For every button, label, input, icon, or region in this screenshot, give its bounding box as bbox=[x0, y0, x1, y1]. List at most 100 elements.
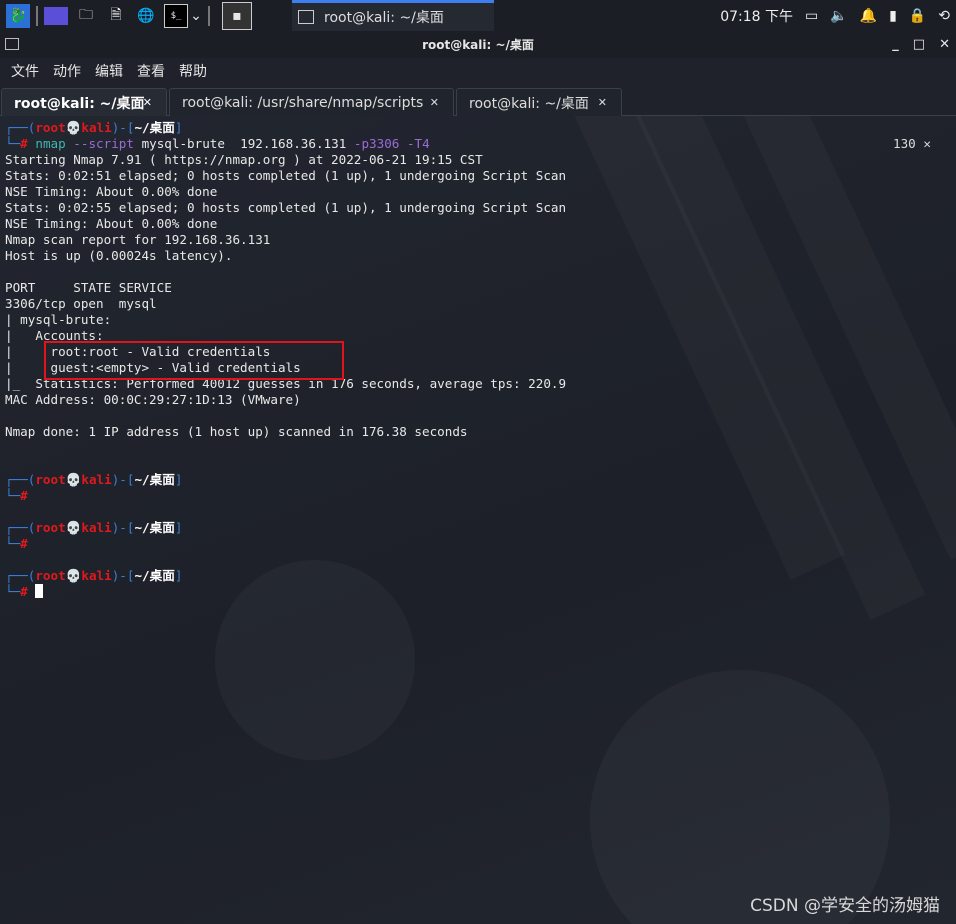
file-manager-icon[interactable]: 🗀 bbox=[74, 4, 98, 28]
prompt-host: kali bbox=[81, 520, 112, 535]
output-line: 3306/tcp open mysql bbox=[5, 296, 157, 311]
command-option: -p3306 -T4 bbox=[353, 136, 430, 151]
prompt-frame: )-[ bbox=[111, 120, 135, 135]
prompt-frame: └─ bbox=[5, 584, 21, 599]
command-line: └─# bbox=[5, 488, 566, 504]
prompt-host: kali bbox=[81, 472, 112, 487]
tab-desktop-1[interactable]: root@kali: ~/桌面 ✕ bbox=[1, 88, 167, 116]
text-editor-icon[interactable]: 🗎 bbox=[104, 4, 128, 28]
prompt-dir: ~/桌面 bbox=[134, 568, 175, 583]
menu-help[interactable]: 帮助 bbox=[179, 61, 207, 81]
prompt-frame: ┌──( bbox=[5, 520, 36, 535]
skull-icon: 💀 bbox=[65, 568, 82, 583]
prompt-frame: ┌──( bbox=[5, 120, 36, 135]
prompt-frame: └─ bbox=[5, 536, 21, 551]
clock[interactable]: 07:18 下午 bbox=[720, 6, 793, 26]
show-desktop-icon[interactable]: ▪ bbox=[222, 1, 252, 30]
skull-icon: 💀 bbox=[65, 520, 82, 535]
output-line: Host is up (0.00024s latency). bbox=[5, 248, 233, 263]
close-tab-icon[interactable]: ✕ bbox=[430, 96, 439, 109]
cursor bbox=[35, 584, 44, 598]
skull-icon: 💀 bbox=[65, 120, 82, 135]
window-title: root@kali: ~/桌面 bbox=[422, 38, 534, 52]
browser-icon[interactable]: 🌐 bbox=[134, 4, 158, 28]
prompt-dir: ~/桌面 bbox=[134, 472, 175, 487]
logout-icon[interactable]: ⟲ bbox=[938, 8, 950, 24]
prompt-line: ┌──(root💀kali)-[~/桌面] bbox=[5, 520, 566, 536]
chevron-down-icon[interactable]: ⌄ bbox=[190, 4, 202, 28]
prompt-frame: ] bbox=[174, 520, 183, 535]
prompt-dir: ~/桌面 bbox=[134, 120, 175, 135]
prompt-user: root bbox=[35, 120, 66, 135]
terminal-icon bbox=[5, 38, 19, 50]
close-button[interactable]: ✕ bbox=[939, 37, 950, 52]
exit-status: 130 ✕ bbox=[893, 136, 931, 151]
watermark: CSDN @学安全的汤姆猫 bbox=[750, 896, 940, 916]
terminal-icon[interactable]: $_ bbox=[164, 3, 188, 28]
tab-desktop-2[interactable]: root@kali: ~/桌面 ✕ bbox=[456, 88, 622, 116]
tab-label: root@kali: /usr/share/nmap/scripts bbox=[182, 94, 424, 111]
lock-icon[interactable]: 🔒 bbox=[909, 8, 926, 24]
prompt-line: ┌──(root💀kali)-[~/桌面] bbox=[5, 120, 566, 136]
tab-nmap-scripts[interactable]: root@kali: /usr/share/nmap/scripts ✕ bbox=[169, 88, 454, 116]
output-line: Starting Nmap 7.91 ( https://nmap.org ) … bbox=[5, 152, 483, 167]
workspace-icon[interactable] bbox=[44, 6, 68, 25]
prompt-frame: └─ bbox=[5, 136, 21, 151]
output-line: | mysql-brute: bbox=[5, 312, 112, 327]
prompt-dir: ~/桌面 bbox=[134, 520, 175, 535]
output-line: |_ Statistics: Performed 40012 guesses i… bbox=[5, 376, 567, 391]
close-tab-icon[interactable]: ✕ bbox=[598, 96, 607, 109]
close-tab-icon[interactable]: ✕ bbox=[143, 96, 152, 109]
kali-menu-icon[interactable]: 🐉 bbox=[6, 3, 30, 28]
output-line: | Accounts: bbox=[5, 328, 104, 343]
maximize-button[interactable]: □ bbox=[913, 37, 925, 52]
terminal-output[interactable]: ┌──(root💀kali)-[~/桌面] └─# nmap --script m… bbox=[5, 120, 566, 600]
battery-icon[interactable]: ▮ bbox=[889, 8, 897, 24]
tab-label: root@kali: ~/桌面 bbox=[14, 95, 145, 112]
output-line: | guest:<empty> - Valid credentials bbox=[5, 360, 301, 375]
tab-bar: root@kali: ~/桌面 ✕ root@kali: /usr/share/n… bbox=[0, 84, 956, 116]
prompt-host: kali bbox=[81, 120, 112, 135]
prompt-frame: ] bbox=[174, 120, 183, 135]
prompt-frame: ] bbox=[174, 568, 183, 583]
prompt-hash: # bbox=[20, 584, 28, 599]
task-label: root@kali: ~/桌面 bbox=[324, 10, 444, 26]
taskbar-task-terminal[interactable]: root@kali: ~/桌面 bbox=[292, 0, 494, 31]
display-icon[interactable]: ▭ bbox=[805, 8, 818, 24]
prompt-frame: )-[ bbox=[111, 472, 135, 487]
output-line: Stats: 0:02:55 elapsed; 0 hosts complete… bbox=[5, 200, 567, 215]
volume-icon[interactable]: 🔈 bbox=[830, 8, 847, 24]
notification-bell-icon[interactable]: 🔔 bbox=[860, 8, 877, 24]
prompt-line: ┌──(root💀kali)-[~/桌面] bbox=[5, 568, 566, 584]
output-line: PORT STATE SERVICE bbox=[5, 280, 172, 295]
command-line: └─# bbox=[5, 584, 566, 600]
menu-view[interactable]: 查看 bbox=[137, 61, 165, 81]
system-tray: 07:18 下午 ▭ 🔈 🔔 ▮ 🔒 ⟲ bbox=[720, 0, 950, 31]
command-option: --script bbox=[73, 136, 134, 151]
tab-label: root@kali: ~/桌面 bbox=[469, 95, 589, 112]
prompt-hash: # bbox=[20, 536, 28, 551]
prompt-hash: # bbox=[20, 488, 28, 503]
menu-edit[interactable]: 编辑 bbox=[95, 61, 123, 81]
prompt-frame: ┌──( bbox=[5, 472, 36, 487]
output-line: NSE Timing: About 0.00% done bbox=[5, 184, 218, 199]
prompt-frame: )-[ bbox=[111, 568, 135, 583]
menu-action[interactable]: 动作 bbox=[53, 61, 81, 81]
prompt-user: root bbox=[35, 472, 66, 487]
command-line: └─# nmap --script mysql-brute 192.168.36… bbox=[5, 136, 566, 152]
window-titlebar: root@kali: ~/桌面 _ □ ✕ bbox=[0, 31, 956, 58]
menu-file[interactable]: 文件 bbox=[11, 61, 39, 81]
output-line: MAC Address: 00:0C:29:27:1D:13 (VMware) bbox=[5, 392, 301, 407]
prompt-frame: ] bbox=[174, 472, 183, 487]
prompt-host: kali bbox=[81, 568, 112, 583]
minimize-button[interactable]: _ bbox=[892, 37, 899, 52]
prompt-user: root bbox=[35, 568, 66, 583]
command-name: nmap bbox=[35, 136, 66, 151]
terminal-icon bbox=[298, 10, 314, 24]
